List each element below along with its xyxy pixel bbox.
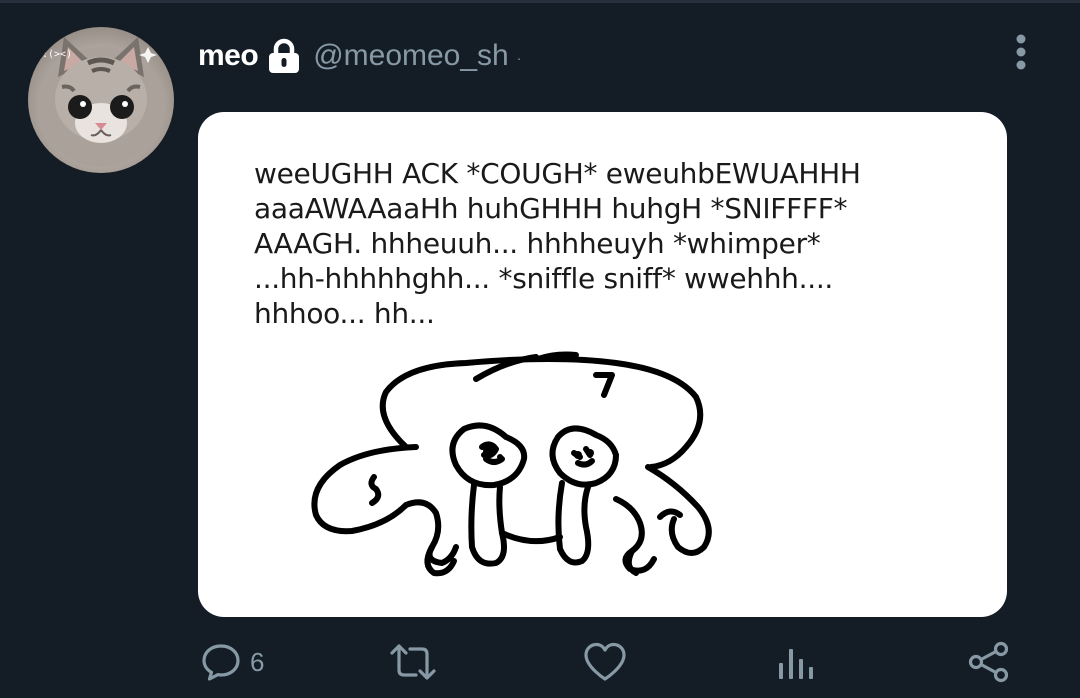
- svg-text::(><): :(><): [42, 49, 72, 60]
- reply-count: 6: [250, 646, 265, 677]
- avatar[interactable]: :(><): [28, 27, 174, 173]
- analytics-button[interactable]: [776, 636, 816, 688]
- media-text-line: ...hh-hhhhhghh... *sniffle sniff* wwehhh…: [254, 262, 834, 295]
- more-options-button[interactable]: [1010, 33, 1032, 73]
- crying-blob-doodle: [311, 351, 712, 577]
- like-button[interactable]: [582, 636, 628, 688]
- display-name[interactable]: meo: [198, 39, 259, 73]
- analytics-icon: [779, 649, 813, 679]
- media-text-line: weeUGHH ACK *COUGH* eweuhbEWUAHHH: [254, 157, 861, 190]
- more-vertical-icon: [1016, 34, 1026, 70]
- retweet-button[interactable]: [388, 636, 438, 688]
- lock-icon: [267, 38, 301, 74]
- tweet-action-bar: 6: [0, 636, 1080, 688]
- reply-button[interactable]: 6: [200, 636, 264, 688]
- retweet-icon: [390, 644, 436, 680]
- handle-separator: ·: [516, 50, 522, 66]
- tweet-header: meo @meomeo_sh ·: [198, 32, 521, 80]
- kitten-avatar-icon: :(><): [39, 37, 163, 167]
- media-text-line: aaaAWAAaaHh huhGHHH huhgH *SNIFFFF*: [254, 192, 848, 225]
- media-text: weeUGHH ACK *COUGH* eweuhbEWUAHHH aaaAWA…: [254, 156, 974, 331]
- share-button[interactable]: [967, 636, 1011, 688]
- share-icon: [968, 641, 1009, 683]
- handle[interactable]: @meomeo_sh: [313, 39, 509, 73]
- heart-icon: [584, 642, 626, 681]
- reply-icon: [202, 644, 240, 681]
- tweet-media[interactable]: weeUGHH ACK *COUGH* eweuhbEWUAHHH aaaAWA…: [198, 112, 1007, 617]
- media-text-line: AAAGH. hhheuuh... hhhheuyh *whimper*: [254, 227, 821, 260]
- media-text-line: hhhoo... hh...: [254, 297, 435, 330]
- top-divider: [0, 0, 1080, 3]
